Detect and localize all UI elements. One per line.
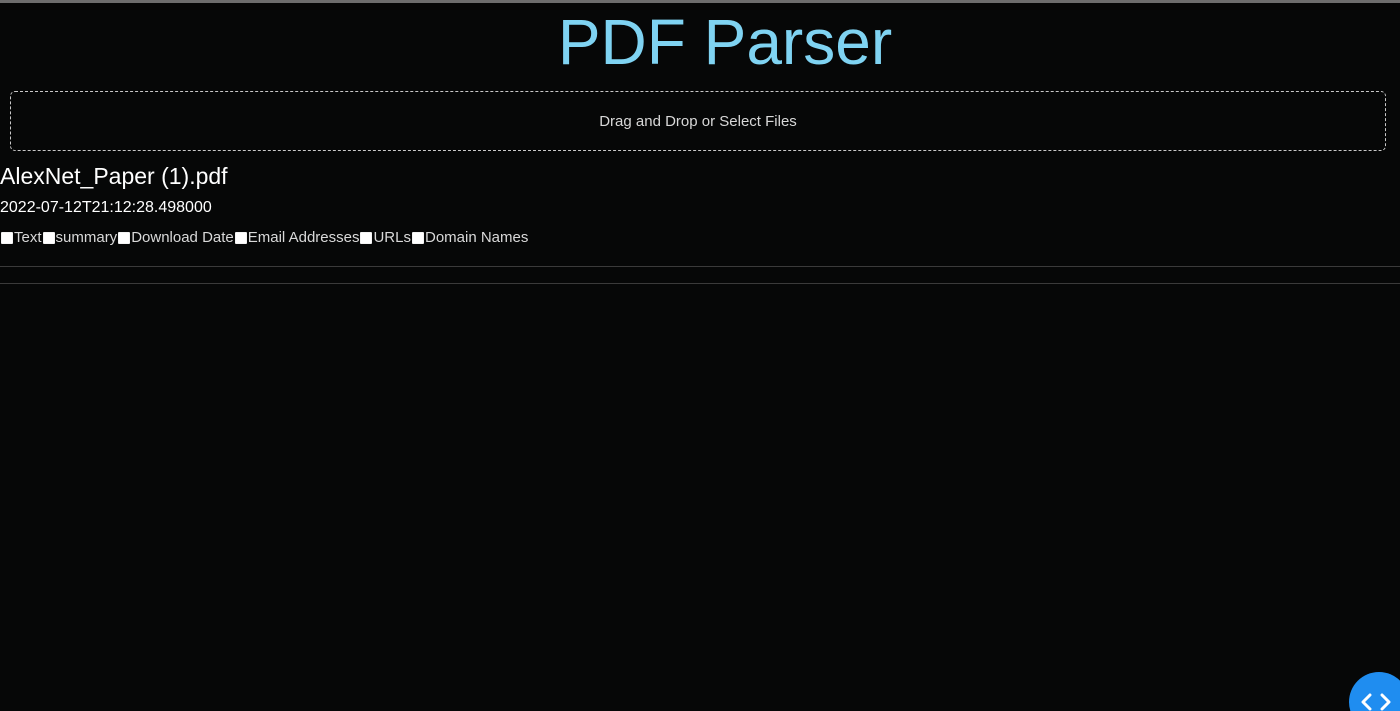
parse-options: Text summary Download Date Email Address… (0, 228, 528, 248)
checkbox-summary[interactable] (42, 232, 55, 244)
code-brackets-icon (1361, 693, 1391, 711)
checkbox-download-date[interactable] (118, 232, 131, 244)
option-domain-names[interactable]: Domain Names (411, 228, 528, 248)
dropzone-label: Drag and Drop or Select Files (599, 112, 797, 130)
file-timestamp: 2022-07-12T21:12:28.498000 (0, 199, 212, 216)
option-urls[interactable]: URLs (359, 228, 411, 248)
top-border (0, 0, 1400, 3)
option-label: summary (55, 229, 118, 246)
option-label: Domain Names (424, 229, 529, 246)
option-label: Download Date (131, 229, 234, 246)
option-label: Text (14, 229, 42, 246)
file-upload-dropzone[interactable]: Drag and Drop or Select Files (10, 91, 1386, 151)
page: PDF Parser Drag and Drop or Select Files… (0, 0, 1400, 711)
option-download-date[interactable]: Download Date (117, 228, 234, 248)
checkbox-email-addresses[interactable] (234, 232, 247, 244)
checkbox-domain-names[interactable] (411, 232, 424, 244)
page-title: PDF Parser (557, 6, 893, 78)
option-email-addresses[interactable]: Email Addresses (234, 228, 360, 248)
debug-toggle-button[interactable] (1349, 672, 1400, 711)
option-text[interactable]: Text (0, 228, 42, 248)
option-label: URLs (373, 229, 411, 246)
option-summary[interactable]: summary (42, 228, 118, 248)
divider (0, 283, 1400, 284)
checkbox-text[interactable] (1, 232, 13, 244)
option-label: Email Addresses (247, 229, 360, 246)
divider (0, 266, 1400, 267)
checkbox-urls[interactable] (360, 232, 373, 244)
file-name: AlexNet_Paper (1).pdf (0, 163, 228, 189)
